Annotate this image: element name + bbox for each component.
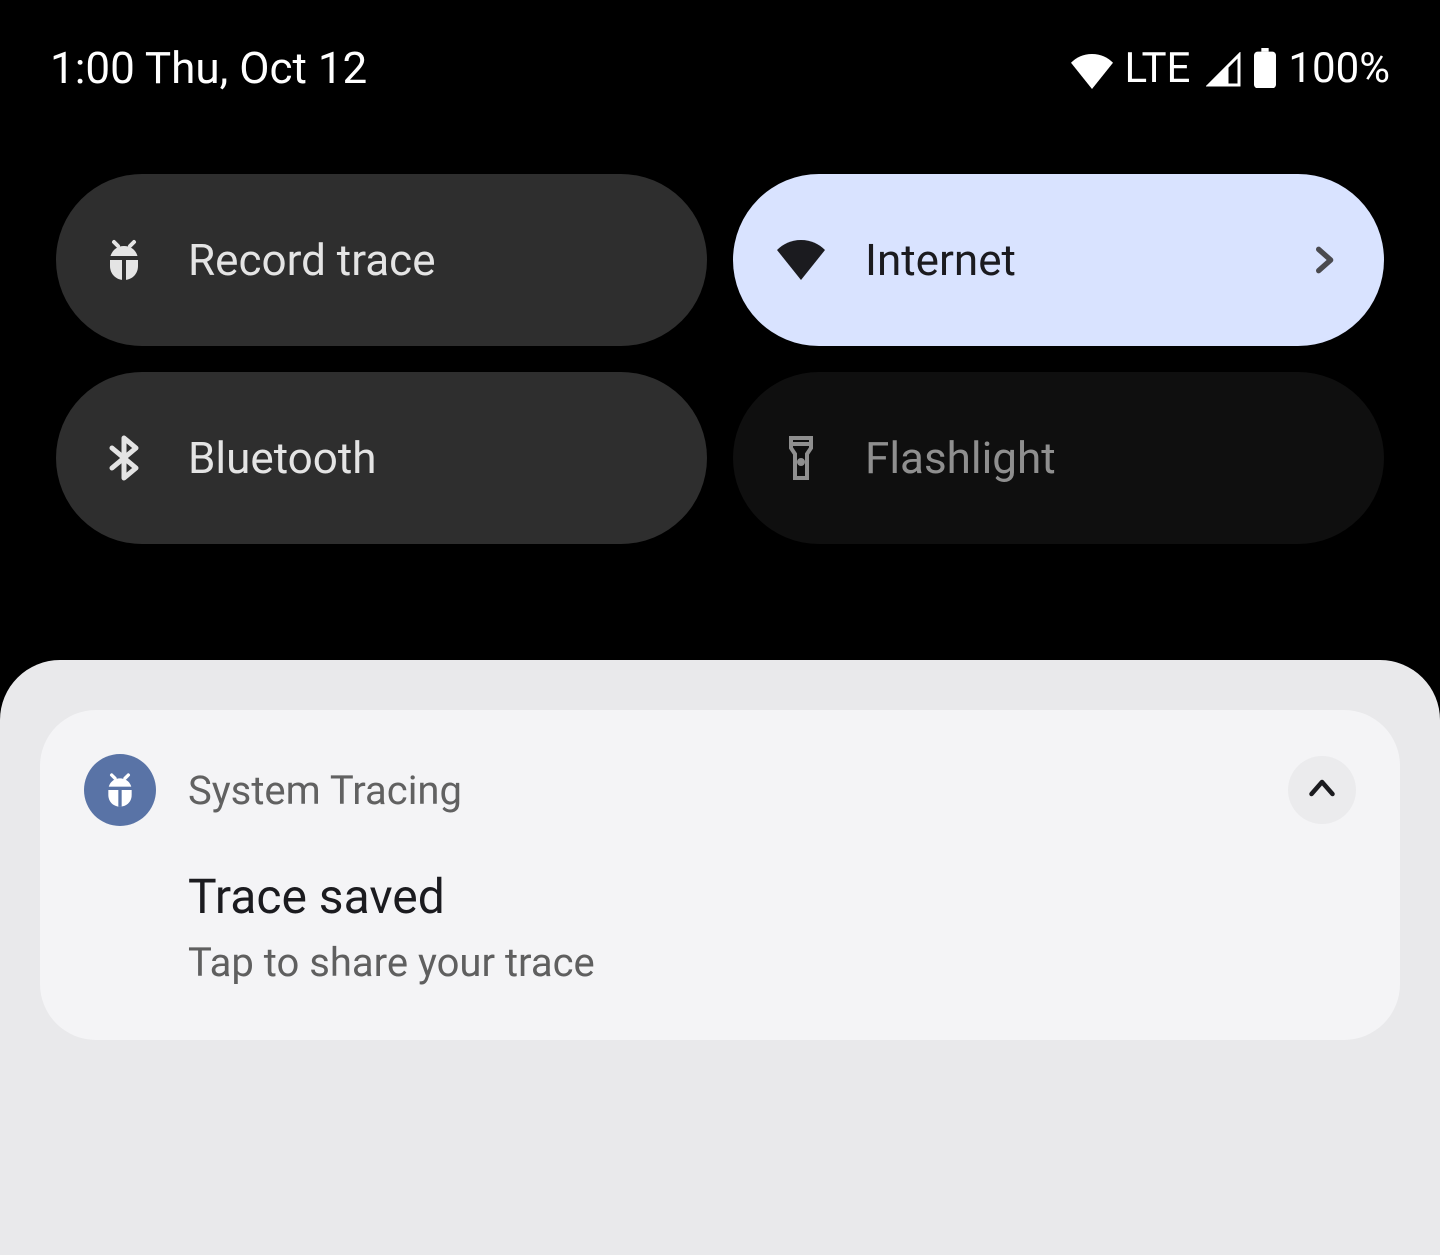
battery-percentage: 100%: [1288, 44, 1390, 93]
status-indicators: LTE 100%: [1071, 44, 1391, 93]
bluetooth-tile[interactable]: Bluetooth: [56, 372, 707, 544]
system-tracing-app-icon: [84, 754, 156, 826]
network-type-label: LTE: [1125, 44, 1191, 93]
internet-label: Internet: [865, 234, 1268, 286]
bluetooth-label: Bluetooth: [188, 432, 663, 484]
collapse-button[interactable]: [1288, 756, 1356, 824]
chevron-right-icon: [1308, 244, 1340, 276]
notification-card[interactable]: System Tracing Trace saved Tap to share …: [40, 710, 1400, 1040]
bluetooth-icon: [100, 434, 148, 482]
wifi-icon: [777, 236, 825, 284]
quick-settings-tiles: Record trace Internet Bluetooth Flashlig…: [0, 114, 1440, 544]
chevron-up-icon: [1304, 770, 1340, 810]
wifi-icon: [1071, 51, 1113, 85]
record-trace-tile[interactable]: Record trace: [56, 174, 707, 346]
notification-app-name: System Tracing: [188, 767, 1256, 814]
battery-icon: [1254, 48, 1276, 88]
status-time-date: 1:00 Thu, Oct 12: [50, 42, 367, 94]
flashlight-label: Flashlight: [865, 432, 1340, 484]
notification-header: System Tracing: [84, 754, 1356, 826]
signal-icon: [1206, 50, 1242, 86]
status-bar: 1:00 Thu, Oct 12 LTE 100%: [0, 0, 1440, 114]
flashlight-icon: [777, 434, 825, 482]
bug-icon: [100, 236, 148, 284]
flashlight-tile[interactable]: Flashlight: [733, 372, 1384, 544]
notification-body: Trace saved Tap to share your trace: [84, 868, 1356, 986]
notifications-panel: System Tracing Trace saved Tap to share …: [0, 660, 1440, 1255]
notification-subtitle: Tap to share your trace: [188, 939, 1356, 986]
record-trace-label: Record trace: [188, 234, 663, 286]
internet-tile[interactable]: Internet: [733, 174, 1384, 346]
notification-title: Trace saved: [188, 868, 1356, 925]
